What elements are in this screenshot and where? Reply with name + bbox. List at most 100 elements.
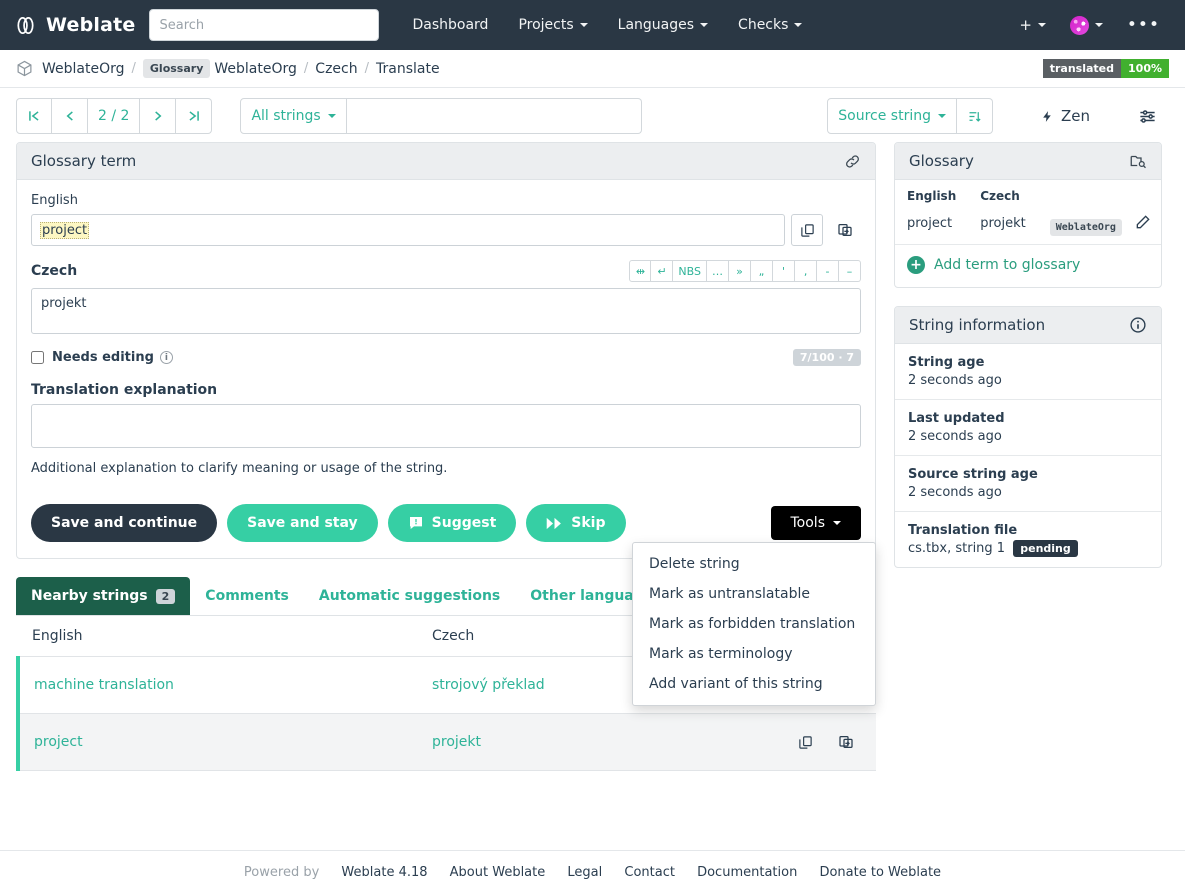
footer-link-contact[interactable]: Contact [624,865,675,880]
glossary-term-czech: projekt [980,216,1026,231]
add-term-to-glossary-button[interactable]: + Add term to glossary [895,244,1161,287]
suggest-button[interactable]: Suggest [387,504,517,542]
breadcrumb-language[interactable]: Czech [315,61,357,77]
next-string-button[interactable] [140,98,177,134]
glossary-column-meta [1038,180,1164,209]
status-badge-label: translated [1042,59,1122,78]
menu-item-mark-forbidden[interactable]: Mark as forbidden translation [633,609,875,639]
tab-nearby-strings[interactable]: Nearby strings 2 [16,577,191,615]
nav-link-dashboard[interactable]: Dashboard [399,9,501,41]
sort-label: Source string [838,108,931,124]
glossary-term-row[interactable]: project projekt WeblateOrg [895,209,1164,244]
status-badge-percent: 100% [1121,59,1169,78]
pending-badge: pending [1013,540,1078,557]
folder-search-icon[interactable] [1129,152,1147,170]
user-menu-button[interactable] [1059,8,1114,43]
brand[interactable]: Weblate [14,14,135,37]
insert-newline-button[interactable]: ↵ [651,260,674,282]
menu-item-mark-untranslatable[interactable]: Mark as untranslatable [633,579,875,609]
more-menu-button[interactable]: ••• [1116,9,1171,42]
clone-to-translation-button[interactable] [829,214,861,246]
plus-icon: + [1019,16,1032,34]
filter-dropdown-button[interactable]: All strings [240,98,347,134]
nav-link-languages[interactable]: Languages [605,9,721,41]
nav-link-label: Languages [617,17,695,33]
info-item-value: cs.tbx, string 1 [908,541,1006,556]
pencil-icon[interactable] [1134,213,1152,231]
source-string-box: project [31,214,785,246]
string-information-panel: String information String age 2 seconds … [894,306,1162,568]
footer-link-donate[interactable]: Donate to Weblate [819,865,941,880]
insert-single-quote-button[interactable]: ' [773,260,795,282]
add-menu-button[interactable]: + [1008,8,1057,42]
row-czech[interactable]: projekt [418,713,748,771]
insert-nbsp-button[interactable]: NBS [673,260,707,282]
source-string-text: project [40,221,90,239]
top-navbar: Weblate Dashboard Projects Languages Che… [0,0,1185,50]
sort-dropdown-button[interactable]: Source string [827,98,957,134]
previous-string-button[interactable] [52,98,88,134]
table-row[interactable]: project projekt [16,713,876,771]
last-string-button[interactable] [176,98,213,134]
footer-version[interactable]: Weblate 4.18 [341,865,427,880]
insert-hyphen-button[interactable]: - [817,260,839,282]
save-and-continue-button[interactable]: Save and continue [31,504,218,542]
editor-actions: Save and continue Save and stay Suggest … [31,504,876,706]
zen-mode-button[interactable]: Zen [1029,99,1102,133]
copy-source-button[interactable] [791,214,823,246]
main-column: Glossary term English project Czech ⇹ ↵ … [16,142,876,771]
link-icon[interactable] [844,153,861,170]
insert-guillemet-button[interactable]: » [729,260,751,282]
row-english[interactable]: machine translation [16,656,418,714]
breadcrumb-page[interactable]: Translate [376,61,440,77]
nav-link-checks[interactable]: Checks [725,9,815,41]
copy-icon[interactable] [790,726,822,758]
translation-input[interactable] [31,288,861,334]
breadcrumb-project[interactable]: WeblateOrg [42,61,125,77]
first-string-button[interactable] [16,98,52,134]
breadcrumb-glossary-badge: Glossary [142,59,211,78]
sort-direction-button[interactable] [956,98,993,134]
tab-automatic-suggestions[interactable]: Automatic suggestions [304,577,515,615]
tab-label: Comments [205,588,289,604]
info-item-last-updated: Last updated 2 seconds ago [895,400,1161,456]
needs-editing-row: Needs editing i 7/100 · 7 [31,349,861,366]
clone-icon[interactable] [830,726,862,758]
info-item-title: Last updated [908,411,1005,426]
page-footer: Powered by Weblate 4.18 About Weblate Le… [0,850,1185,894]
glossary-header-row: English Czech [895,180,1164,209]
search-input[interactable] [149,9,380,41]
toggle-direction-button[interactable]: ⇹ [629,260,652,282]
chevron-down-icon [327,114,336,118]
save-and-stay-button[interactable]: Save and stay [227,504,378,542]
source-row: project [31,214,861,246]
nav-links: Dashboard Projects Languages Checks [399,9,815,41]
breadcrumb-component[interactable]: WeblateOrg [214,61,297,77]
nav-link-projects[interactable]: Projects [505,9,600,41]
editor-settings-button[interactable] [1126,99,1169,134]
info-icon[interactable]: i [159,351,173,364]
menu-item-mark-terminology[interactable]: Mark as terminology [633,639,875,669]
footer-link-legal[interactable]: Legal [567,865,602,880]
needs-editing-checkbox[interactable] [31,351,44,364]
chevron-down-icon [700,23,709,27]
glossary-table-body: project projekt WeblateOrg [895,209,1164,244]
tab-comments[interactable]: Comments [190,577,304,615]
footer-link-about[interactable]: About Weblate [450,865,546,880]
glossary-terms-table: English Czech project projekt WeblateOrg [895,180,1164,244]
footer-link-documentation[interactable]: Documentation [697,865,797,880]
menu-item-delete-string[interactable]: Delete string [633,549,875,579]
explanation-input[interactable] [31,404,861,448]
menu-item-add-variant[interactable]: Add variant of this string [633,669,875,699]
string-search-input[interactable] [346,98,642,134]
tools-dropdown-button[interactable]: Tools [770,506,861,540]
info-item-title: Source string age [908,467,1038,482]
info-icon[interactable] [1129,316,1147,334]
row-english[interactable]: project [16,713,418,771]
insert-ellipsis-button[interactable]: … [707,260,729,282]
insert-double-low-quote-button[interactable]: „ [751,260,773,282]
insert-single-low-quote-button[interactable]: ‚ [795,260,817,282]
tools-dropdown-menu: Delete string Mark as untranslatable Mar… [632,542,876,706]
skip-button[interactable]: Skip [526,504,626,542]
insert-dash-button[interactable]: – [839,260,861,282]
